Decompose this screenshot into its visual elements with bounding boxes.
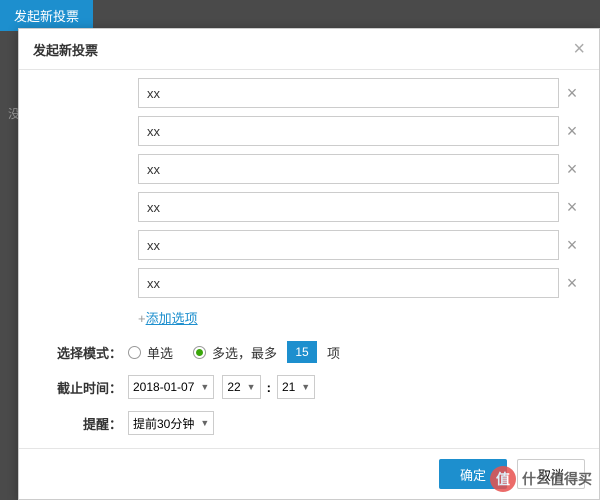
remove-option-icon[interactable]: × bbox=[559, 121, 585, 142]
radio-multi[interactable] bbox=[193, 346, 206, 359]
option-row: × bbox=[33, 116, 585, 146]
watermark-text: 什么值得买 bbox=[522, 469, 592, 489]
remove-option-icon[interactable]: × bbox=[559, 235, 585, 256]
option-row: × bbox=[33, 192, 585, 222]
mode-row: 选择模式： 单选 多选，最多 项 bbox=[33, 341, 585, 363]
background-tab: 发起新投票 bbox=[0, 0, 93, 31]
option-row: × bbox=[33, 268, 585, 298]
option-input[interactable] bbox=[138, 268, 559, 298]
multi-unit: 项 bbox=[327, 343, 340, 362]
close-icon[interactable]: × bbox=[573, 39, 585, 59]
option-input[interactable] bbox=[138, 192, 559, 222]
option-input[interactable] bbox=[138, 230, 559, 260]
multi-max-input[interactable] bbox=[287, 341, 317, 363]
option-row: × bbox=[33, 154, 585, 184]
chevron-down-icon: ▼ bbox=[247, 382, 256, 392]
deadline-hour-select[interactable]: 22▼ bbox=[222, 375, 260, 399]
modal-title: 发起新投票 bbox=[33, 40, 98, 59]
create-vote-modal: 发起新投票 × × × × × × × +添加选项 选择模式： 单选 多选，最多 项 截止… bbox=[18, 28, 600, 500]
remove-option-icon[interactable]: × bbox=[559, 159, 585, 180]
radio-multi-label: 多选，最多 bbox=[212, 343, 277, 362]
option-input[interactable] bbox=[138, 154, 559, 184]
deadline-minute-select[interactable]: 21▼ bbox=[277, 375, 315, 399]
radio-single[interactable] bbox=[128, 346, 141, 359]
mode-label: 选择模式： bbox=[33, 343, 128, 362]
remind-label: 提醒： bbox=[33, 414, 128, 433]
add-option-link[interactable]: 添加选项 bbox=[146, 311, 198, 326]
remove-option-icon[interactable]: × bbox=[559, 83, 585, 104]
watermark: 值 什么值得买 bbox=[490, 466, 592, 492]
add-option-row: +添加选项 bbox=[138, 308, 585, 327]
option-row: × bbox=[33, 230, 585, 260]
plus-icon: + bbox=[138, 311, 146, 326]
mode-radio-group: 单选 多选，最多 项 bbox=[128, 341, 340, 363]
deadline-date-select[interactable]: 2018-01-07▼ bbox=[128, 375, 214, 399]
time-colon: : bbox=[267, 380, 271, 395]
remove-option-icon[interactable]: × bbox=[559, 273, 585, 294]
remind-select[interactable]: 提前30分钟▼ bbox=[128, 411, 214, 435]
remove-option-icon[interactable]: × bbox=[559, 197, 585, 218]
deadline-label: 截止时间： bbox=[33, 378, 128, 397]
chevron-down-icon: ▼ bbox=[301, 382, 310, 392]
watermark-badge: 值 bbox=[490, 466, 516, 492]
chevron-down-icon: ▼ bbox=[200, 382, 209, 392]
deadline-row: 截止时间： 2018-01-07▼ 22▼ : 21▼ bbox=[33, 375, 585, 399]
remind-row: 提醒： 提前30分钟▼ bbox=[33, 411, 585, 435]
modal-body: × × × × × × +添加选项 选择模式： 单选 多选，最多 项 截止时间： 2018… bbox=[19, 70, 599, 448]
modal-header: 发起新投票 × bbox=[19, 29, 599, 70]
option-input[interactable] bbox=[138, 78, 559, 108]
chevron-down-icon: ▼ bbox=[200, 418, 209, 428]
radio-single-label: 单选 bbox=[147, 343, 173, 362]
option-input[interactable] bbox=[138, 116, 559, 146]
option-row: × bbox=[33, 78, 585, 108]
